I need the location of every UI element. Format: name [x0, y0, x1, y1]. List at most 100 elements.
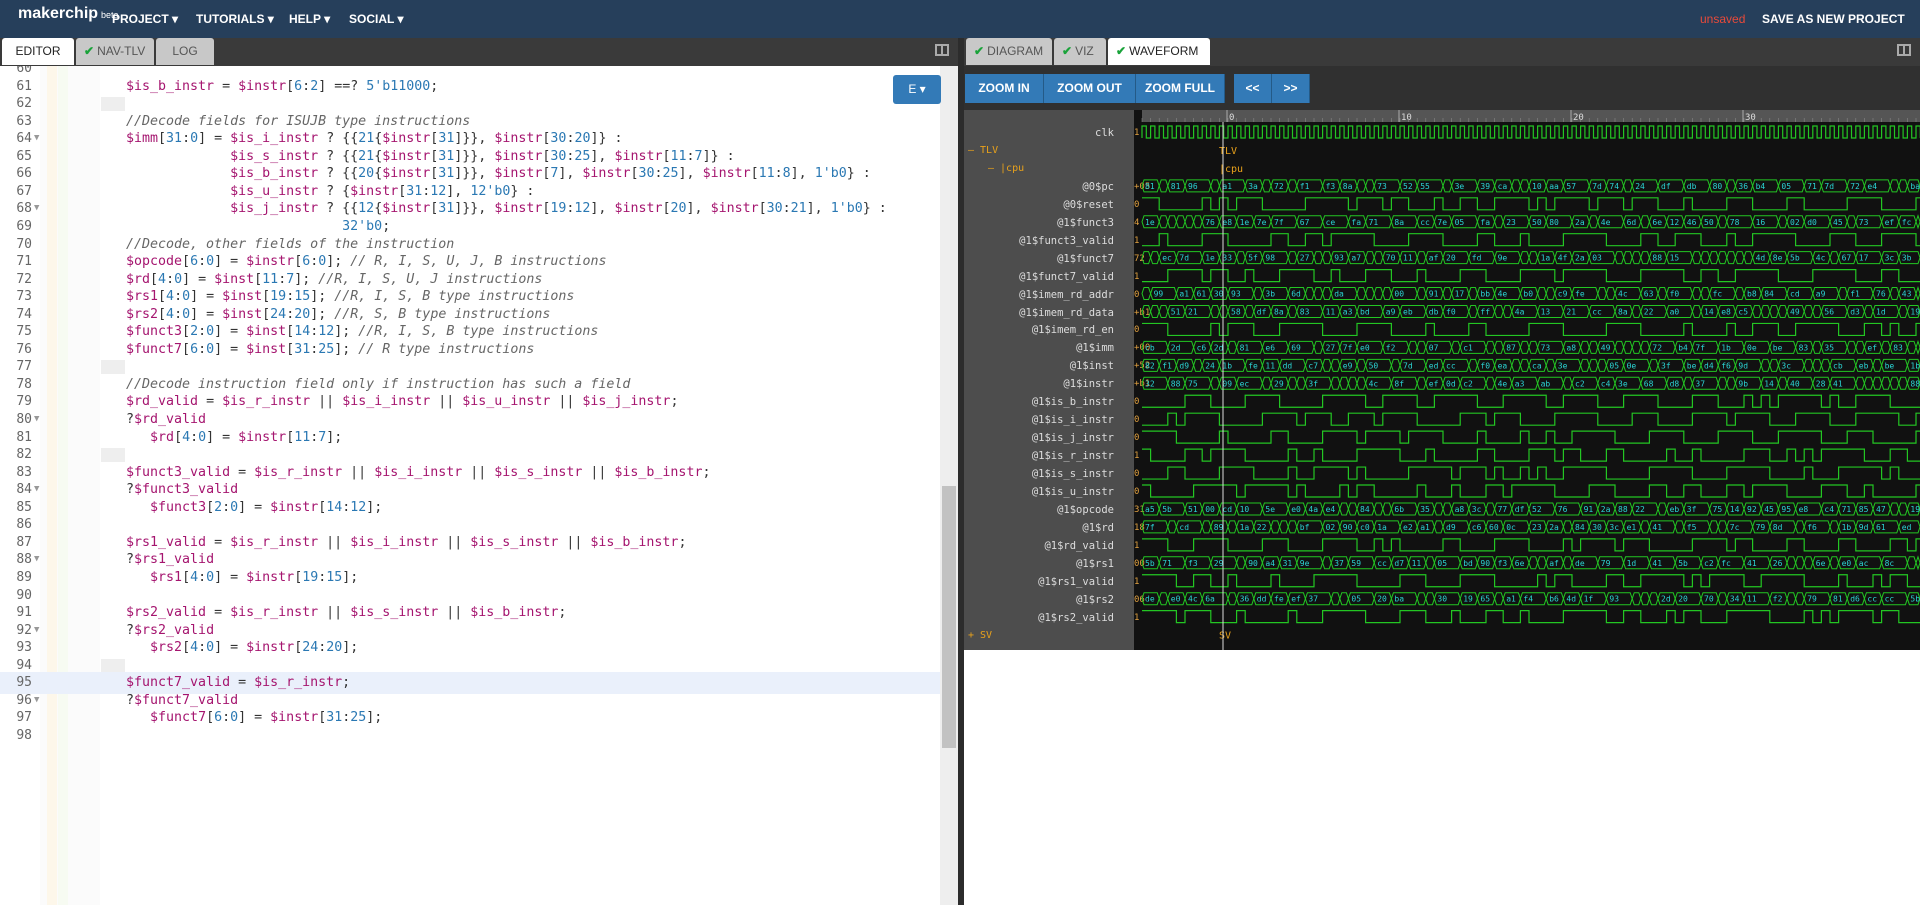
bus-segment [1846, 340, 1857, 354]
bus-segment [1640, 215, 1650, 229]
bus-value-label: 05 [1351, 595, 1361, 604]
bus-value-label: f2 [1386, 343, 1396, 352]
bus-value-label: 8e [1773, 254, 1783, 263]
editor-scrollbar-thumb[interactable] [942, 486, 956, 748]
tab-nav-tlv[interactable]: ✔ NAV-TLV [76, 38, 154, 65]
menu-tutorials[interactable]: TUTORIALS ▾ [196, 12, 274, 26]
bus-segment [1898, 376, 1908, 390]
maximize-icon[interactable] [935, 44, 949, 56]
bus-segment [1485, 502, 1496, 516]
bus-value-label: 68 [1644, 379, 1654, 388]
bus-value-label: 61 [1876, 523, 1886, 532]
maximize-icon[interactable] [1897, 44, 1911, 56]
zoom-in-button[interactable]: ZOOM IN [965, 74, 1044, 103]
bit-trace [1142, 394, 1920, 408]
bus-segment [1537, 556, 1547, 570]
bus-segment [1898, 179, 1908, 193]
bus-segment [1734, 287, 1745, 301]
bus-segment [1442, 179, 1453, 193]
waveform-traces[interactable]: 0 10 20 30TLV|cpu81 81 96 a1 3a 72 f1 f3 8a 73 52 55 3e… [964, 110, 1920, 650]
bus-value-label: 1a [1541, 254, 1551, 263]
bus-segment [1906, 556, 1917, 570]
tab-editor[interactable]: EDITOR [2, 38, 74, 65]
bus-value-label: 50 [1532, 218, 1542, 227]
bus-value-label: 4e [1601, 218, 1611, 227]
bus-segment [1408, 340, 1418, 354]
bus-value-label: 50 [1704, 218, 1714, 227]
bus-value-label: 7d [1403, 361, 1413, 370]
bus-segment [1623, 340, 1633, 354]
bus-value-label: bf [1300, 523, 1310, 532]
bus-value-label: 28 [1816, 379, 1826, 388]
bus-segment [1640, 592, 1650, 606]
menu-project[interactable]: PROJECT ▾ [112, 12, 178, 26]
scroll-left-button[interactable]: << [1234, 74, 1272, 103]
bus-value-label: 71 [1807, 182, 1817, 191]
code-line[interactable]: 98 [0, 725, 940, 747]
bus-value-label: 99 [1154, 290, 1164, 299]
bus-segment [1726, 376, 1736, 390]
bus-value-label: 81 [1171, 182, 1181, 191]
tab-diagram[interactable]: ✔ DIAGRAM [966, 38, 1052, 65]
bus-value-label: c4 [1824, 505, 1834, 514]
tab-viz[interactable]: ✔ VIZ [1054, 38, 1106, 65]
scroll-right-button[interactable]: >> [1272, 74, 1310, 103]
bus-value-label: 5b [1910, 595, 1920, 604]
bus-segment [1528, 556, 1539, 570]
bus-value-label: ab [1541, 379, 1551, 388]
waveform-viewer[interactable]: clk 1– TLV – |cpu @0$pc +05 @0$reset 0 @1$funct… [964, 110, 1920, 650]
bus-value-label: 15 [1670, 254, 1680, 263]
e-dropdown-button[interactable]: E ▾ [893, 75, 941, 104]
code-editor[interactable]: 60 61 $is_b_instr = $instr[6:2] ==? 5'b110… [0, 66, 940, 905]
bus-value-label: d3 [1850, 308, 1860, 317]
bus-value-label: fe [1274, 595, 1284, 604]
bus-value-label: f6 [1721, 361, 1731, 370]
bus-value-label: 8a [1394, 218, 1404, 227]
bus-value-label: 39 [1480, 182, 1490, 191]
bus-segment [1494, 340, 1504, 354]
bus-value-label: 76 [1205, 218, 1215, 227]
bus-value-label: ef [1291, 595, 1301, 604]
bus-value-label: eb [1403, 308, 1413, 317]
bus-value-label: 17 [1859, 254, 1869, 263]
bus-value-label: 65 [1480, 595, 1490, 604]
bus-value-label: e0 [1291, 505, 1301, 514]
bus-value-label: 5b [1678, 559, 1688, 568]
bus-segment [1820, 358, 1831, 372]
bus-value-label: 82 [1145, 361, 1155, 370]
zoom-full-button[interactable]: ZOOM FULL [1136, 74, 1225, 103]
bus-value-label: 90 [1248, 559, 1258, 568]
bus-value-label: 37 [1334, 559, 1344, 568]
makerchip-logo[interactable]: makerchip beta [18, 5, 119, 23]
bus-value-label: 73 [1377, 182, 1387, 191]
bus-value-label: fe [1575, 290, 1585, 299]
bus-value-label: 79 [1601, 559, 1611, 568]
bus-segment [1588, 340, 1599, 354]
bus-segment [1657, 287, 1668, 301]
bus-value-label: 17 [1455, 290, 1465, 299]
bus-segment [1244, 305, 1255, 318]
bus-value-label: 70 [1704, 595, 1714, 604]
menu-social[interactable]: SOCIAL ▾ [349, 12, 403, 26]
bus-value-label: fd [1472, 254, 1482, 263]
scope-marker: SV [1219, 631, 1231, 642]
zoom-out-button[interactable]: ZOOM OUT [1044, 74, 1136, 103]
bus-value-label: 4f [1558, 254, 1568, 263]
bus-value-label: cd [1222, 505, 1232, 514]
bus-value-label: 1a [1377, 523, 1387, 532]
bus-segment [1597, 287, 1607, 301]
bus-value-label: 6e [1515, 559, 1525, 568]
bus-segment [1365, 287, 1375, 301]
tab-waveform[interactable]: ✔ WAVEFORM [1108, 38, 1210, 65]
bus-value-label: 11 [1403, 254, 1413, 263]
bus-value-label: e0 [1360, 343, 1370, 352]
bus-segment [1339, 502, 1349, 516]
bus-value-label: 58 [1231, 308, 1241, 317]
tab-log[interactable]: LOG [156, 38, 214, 65]
bus-segment [1261, 179, 1272, 193]
menu-help[interactable]: HELP ▾ [289, 12, 330, 26]
bus-value-label: 23 [1532, 523, 1542, 532]
bus-value-label: 88 [1171, 379, 1181, 388]
bus-segment [1468, 305, 1478, 318]
save-as-new-project-button[interactable]: SAVE AS NEW PROJECT [1762, 12, 1905, 26]
